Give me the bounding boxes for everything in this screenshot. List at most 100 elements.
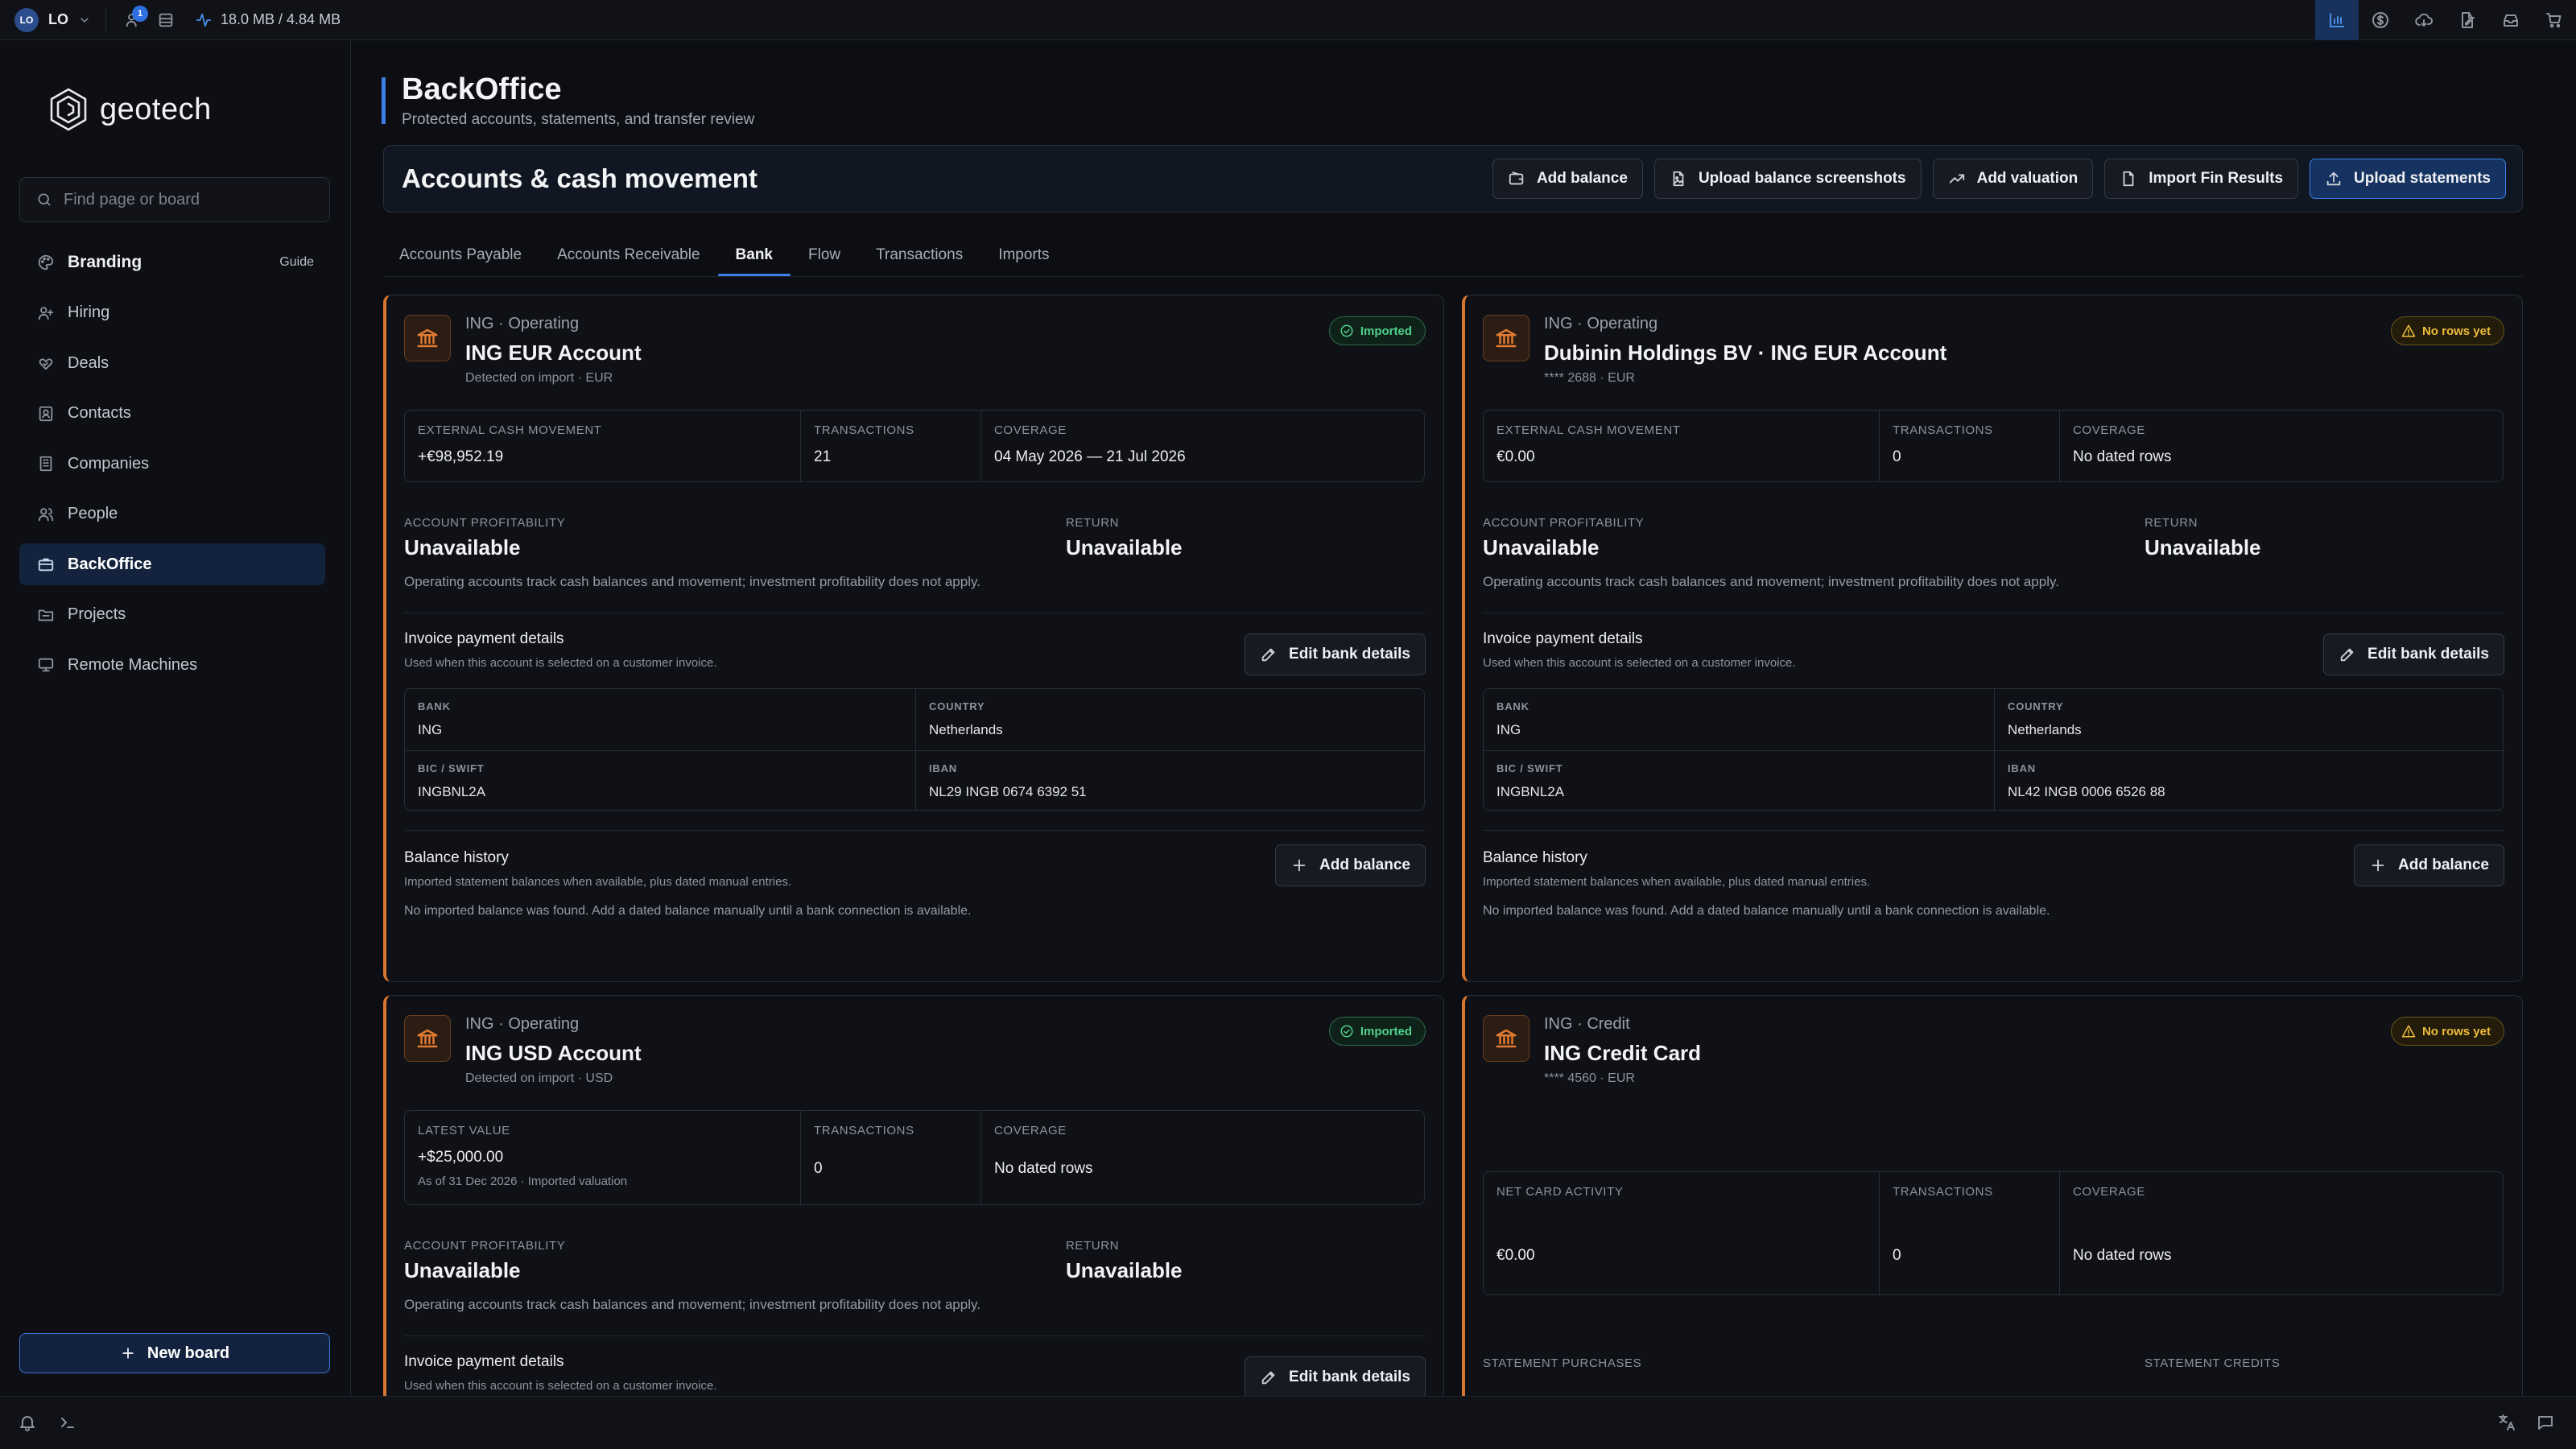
edit-bank-details-button[interactable]: Edit bank details bbox=[2323, 634, 2504, 675]
database-button[interactable] bbox=[150, 4, 182, 36]
memory-usage-text: 18.0 MB / 4.84 MB bbox=[221, 11, 341, 27]
tab-flow[interactable]: Flow bbox=[791, 233, 858, 277]
search-box[interactable] bbox=[19, 177, 330, 222]
add-balance-history-button[interactable]: Add balance bbox=[2354, 844, 2504, 886]
bank-cell: BANK ING bbox=[1484, 689, 1994, 750]
bank-value: ING bbox=[418, 722, 443, 737]
account-title: ING Credit Card bbox=[1544, 1041, 1702, 1065]
tab-accounts-receivable[interactable]: Accounts Receivable bbox=[539, 233, 717, 277]
profitability-section: ACCOUNT PROFITABILITY Unavailable RETURN Un… bbox=[404, 1239, 1425, 1319]
sidebar-item-remote-machines[interactable]: Remote Machines bbox=[19, 644, 325, 686]
import-fin-results-button[interactable]: Import Fin Results bbox=[2104, 159, 2299, 199]
cloud-sync-button[interactable] bbox=[2402, 0, 2446, 40]
new-board-button[interactable]: New board bbox=[19, 1333, 330, 1373]
status-badge-label: No rows yet bbox=[2421, 324, 2491, 338]
iban-label: IBAN bbox=[929, 762, 957, 774]
account-card: ING · Operating ING USD Account Detected o… bbox=[383, 995, 1444, 1396]
status-badge: Imported bbox=[1328, 316, 1426, 345]
add-valuation-button[interactable]: Add valuation bbox=[1932, 159, 2094, 199]
cart-button[interactable] bbox=[2533, 0, 2576, 40]
cart-icon bbox=[2546, 13, 2562, 28]
page-subtitle: Protected accounts, statements, and tran… bbox=[402, 111, 755, 128]
tab-imports[interactable]: Imports bbox=[980, 233, 1067, 277]
translate-icon[interactable] bbox=[2497, 1413, 2516, 1432]
add-balance-button[interactable]: Add balance bbox=[1492, 159, 1643, 199]
edit-bank-details-button[interactable]: Edit bank details bbox=[1245, 634, 1426, 675]
edit-bank-details-button[interactable]: Edit bank details bbox=[1245, 1356, 1426, 1396]
sidebar-item-branding[interactable]: Branding Guide bbox=[19, 242, 325, 283]
balance-history-title: Balance history bbox=[404, 849, 509, 866]
sidebar-item-contacts[interactable]: Contacts bbox=[19, 393, 325, 435]
people-icon bbox=[37, 506, 55, 523]
metric: COVERAGE No dated rows bbox=[981, 1111, 1424, 1204]
profitability-value: Unavailable bbox=[1483, 535, 1600, 559]
bell-icon[interactable] bbox=[18, 1413, 37, 1432]
sidebar-item-deals[interactable]: Deals bbox=[19, 342, 325, 384]
account-metrics: EXTERNAL CASH MOVEMENT +€98,952.19 TRANSAC… bbox=[404, 410, 1425, 482]
country-value: Netherlands bbox=[2008, 722, 2082, 737]
metric-note: As of 31 Dec 2026 · Imported valuation bbox=[418, 1174, 628, 1188]
building-icon bbox=[37, 455, 55, 473]
add-balance-history-button[interactable]: Add balance bbox=[1275, 844, 1426, 886]
logo-text: geotech bbox=[100, 92, 212, 126]
sidebar-item-backoffice[interactable]: BackOffice bbox=[19, 543, 325, 585]
document-edit-button[interactable] bbox=[2446, 0, 2489, 40]
metric: TRANSACTIONS 0 bbox=[801, 1111, 981, 1204]
sidebar-item-label: Deals bbox=[68, 353, 109, 372]
status-badge: No rows yet bbox=[2390, 1017, 2504, 1046]
statement-purchases-label: STATEMENT PURCHASES bbox=[1483, 1356, 1642, 1370]
metric-value: +€98,952.19 bbox=[418, 448, 504, 465]
users-button[interactable]: 1 bbox=[118, 4, 150, 36]
account-metrics: LATEST VALUE +$25,000.00 As of 31 Dec 2026… bbox=[404, 1110, 1425, 1205]
sidebar-item-companies[interactable]: Companies bbox=[19, 443, 325, 485]
bank-details-grid: BANK ING COUNTRY Netherlands BIC / SWIFT INGB… bbox=[404, 688, 1426, 811]
account-title: ING USD Account bbox=[465, 1041, 642, 1065]
sidebar-item-people[interactable]: People bbox=[19, 493, 325, 535]
metric-value: No dated rows bbox=[2073, 1247, 2172, 1264]
section-title: Accounts & cash movement bbox=[402, 163, 758, 193]
terminal-icon[interactable] bbox=[58, 1413, 77, 1432]
balance-history-note: No imported balance was found. Add a dat… bbox=[404, 904, 972, 918]
account-subtitle: **** 4560 · EUR bbox=[1544, 1071, 1635, 1085]
bic-value: INGBNL2A bbox=[1496, 784, 1565, 799]
folder-icon bbox=[37, 606, 55, 624]
chat-icon[interactable] bbox=[2536, 1413, 2555, 1432]
tab-accounts-payable[interactable]: Accounts Payable bbox=[399, 233, 539, 277]
return-value: Unavailable bbox=[2145, 535, 2261, 559]
upload-balance-screenshots-button[interactable]: Upload balance screenshots bbox=[1653, 159, 1922, 199]
metric: EXTERNAL CASH MOVEMENT +€98,952.19 bbox=[405, 411, 801, 481]
account-card: ING · Operating Dubinin Holdings BV · ING… bbox=[1462, 295, 2523, 982]
handshake-icon bbox=[37, 354, 55, 372]
invoice-details-subtitle: Used when this account is selected on a … bbox=[1483, 656, 1796, 670]
tab-transactions[interactable]: Transactions bbox=[858, 233, 980, 277]
metric-value: 0 bbox=[814, 1160, 823, 1177]
sidebar-item-projects[interactable]: Projects bbox=[19, 594, 325, 636]
metric: TRANSACTIONS 21 bbox=[801, 411, 981, 481]
page-title: BackOffice bbox=[402, 72, 562, 106]
workspace-switcher-label[interactable]: LO bbox=[48, 11, 68, 28]
account-card: ING · Credit ING Credit Card **** 4560 · E… bbox=[1462, 995, 2523, 1396]
metric-label: NET CARD ACTIVITY bbox=[1496, 1185, 1624, 1199]
balance-history-title: Balance history bbox=[1483, 849, 1587, 866]
logo[interactable]: geotech bbox=[48, 87, 212, 132]
profitability-value: Unavailable bbox=[404, 535, 521, 559]
metric-label: LATEST VALUE bbox=[418, 1124, 510, 1137]
search-input[interactable] bbox=[64, 190, 321, 209]
chevron-down-icon[interactable] bbox=[78, 14, 91, 27]
avatar[interactable]: LO bbox=[14, 7, 39, 32]
bottom-bar bbox=[0, 1396, 2576, 1449]
metric: TRANSACTIONS 0 bbox=[1880, 411, 2060, 481]
sidebar-nav: Branding Guide Hiring Deals Contacts Com… bbox=[19, 242, 325, 695]
tab-bank[interactable]: Bank bbox=[717, 233, 791, 277]
metric: NET CARD ACTIVITY €0.00 bbox=[1484, 1172, 1880, 1294]
billing-button[interactable] bbox=[2359, 0, 2402, 40]
guide-link[interactable]: Guide bbox=[279, 255, 314, 270]
inbox-button[interactable] bbox=[2489, 0, 2533, 40]
return-label: RETURN bbox=[1066, 1239, 1120, 1253]
dollar-circle-icon bbox=[2372, 12, 2388, 28]
analytics-button[interactable] bbox=[2315, 0, 2359, 40]
sidebar-item-hiring[interactable]: Hiring bbox=[19, 292, 325, 334]
upload-statements-button[interactable]: Upload statements bbox=[2310, 159, 2506, 199]
sidebar-item-label: Companies bbox=[68, 454, 150, 473]
invoice-details-title: Invoice payment details bbox=[404, 630, 564, 647]
